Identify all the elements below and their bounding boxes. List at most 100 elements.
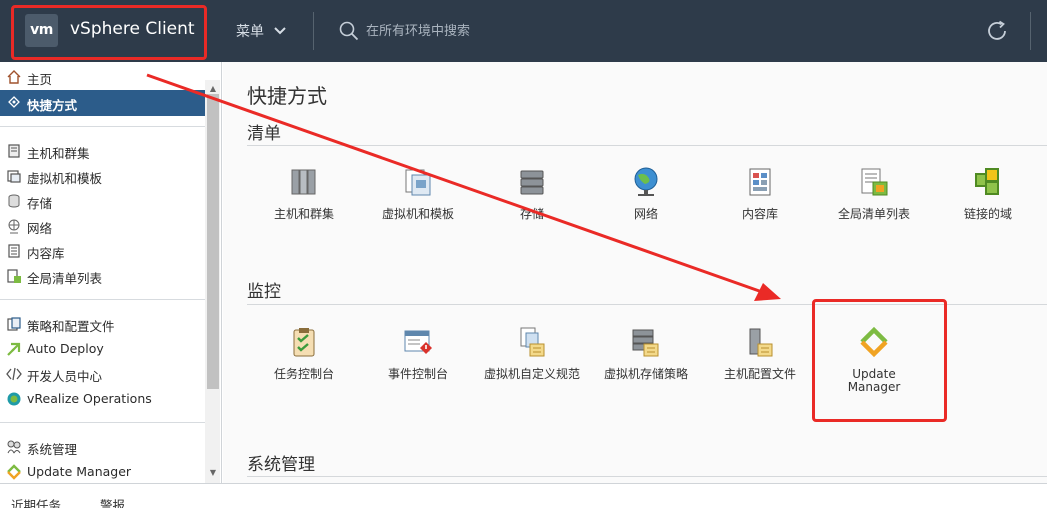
sidebar-item-home[interactable]: 主页 <box>0 65 205 89</box>
navigator-sidebar: 主页 快捷方式 主机和群集 虚拟机和模板 存储 网络 内容库 全局清单列表 策略… <box>0 62 222 483</box>
page-title: 快捷方式 <box>247 84 327 108</box>
vm-customization-icon <box>516 326 548 358</box>
shortcut-icon <box>6 94 22 110</box>
sidebar-item-networking[interactable]: 网络 <box>0 214 205 238</box>
sidebar-item-label: 开发人员中心 <box>27 369 103 384</box>
tile-task-console[interactable]: 任务控制台 <box>247 326 361 416</box>
sidebar-item-label: 内容库 <box>27 246 65 261</box>
sidebar-item-update-manager[interactable]: Update Manager <box>0 460 205 484</box>
sidebar-item-policies-profiles[interactable]: 策略和配置文件 <box>0 312 205 336</box>
tile-label: 虚拟机和模板 <box>381 207 454 221</box>
network-globe-icon <box>630 166 662 198</box>
tile-content-libraries[interactable]: 内容库 <box>703 166 817 256</box>
scroll-down-arrow[interactable]: ▼ <box>207 466 219 480</box>
tile-networking[interactable]: 网络 <box>589 166 703 256</box>
section-divider <box>247 145 1047 146</box>
sidebar-item-hosts-clusters[interactable]: 主机和群集 <box>0 139 205 163</box>
search-icon <box>339 21 359 45</box>
vm-storage-policy-icon <box>630 326 662 358</box>
sidebar-divider <box>0 422 205 423</box>
sidebar-item-label: 系统管理 <box>27 442 78 457</box>
event-console-icon <box>402 326 434 358</box>
vm-template-icon <box>402 166 434 198</box>
sidebar-item-label: Auto Deploy <box>27 341 104 356</box>
update-manager-icon <box>6 464 22 480</box>
tile-vms-templates[interactable]: 虚拟机和模板 <box>361 166 475 256</box>
tile-label: 事件控制台 <box>387 367 448 381</box>
sidebar-item-storage[interactable]: 存储 <box>0 189 205 213</box>
sidebar-item-label: Update Manager <box>27 464 132 479</box>
sidebar-divider <box>0 126 205 127</box>
content-library-icon <box>6 243 22 259</box>
storage-icon <box>516 166 548 198</box>
tile-label: 存储 <box>519 207 544 221</box>
sidebar-item-label: 虚拟机和模板 <box>27 171 103 186</box>
sidebar-item-content-library[interactable]: 内容库 <box>0 239 205 263</box>
tile-label: 网络 <box>633 207 658 221</box>
menu-label: 菜单 <box>236 24 264 40</box>
tile-vm-customization-specs[interactable]: 虚拟机自定义规范 <box>475 326 589 416</box>
tile-label: 内容库 <box>741 207 778 221</box>
tile-host-profiles[interactable]: 主机配置文件 <box>703 326 817 416</box>
task-console-icon <box>288 326 320 358</box>
tile-label: 任务控制台 <box>273 367 334 381</box>
sidebar-item-vms-templates[interactable]: 虚拟机和模板 <box>0 164 205 188</box>
header-divider <box>313 12 314 50</box>
tile-global-inventory-lists[interactable]: 全局清单列表 <box>817 166 931 256</box>
inventory-list-icon <box>6 268 22 284</box>
sidebar-item-label: 快捷方式 <box>27 98 78 113</box>
tab-recent-tasks[interactable]: 近期任务 <box>11 495 61 508</box>
sidebar-item-global-inventory-lists[interactable]: 全局清单列表 <box>0 264 205 288</box>
sidebar-item-vrealize-operations[interactable]: vRealize Operations <box>0 387 205 411</box>
bottom-tasks-bar: 近期任务 警报 <box>0 483 1047 508</box>
home-icon <box>6 69 22 85</box>
storage-icon <box>6 193 22 209</box>
tile-label: 链接的域 <box>963 207 1012 221</box>
sidebar-scrollbar-thumb[interactable] <box>207 94 219 389</box>
tile-label: 主机和群集 <box>273 207 334 221</box>
header-divider-right <box>1030 12 1031 50</box>
sidebar-item-developer-center[interactable]: 开发人员中心 <box>0 362 205 386</box>
section-title-monitoring: 监控 <box>247 282 281 302</box>
annotation-highlight-title <box>11 5 207 60</box>
refresh-icon[interactable] <box>985 19 1009 47</box>
sidebar-item-label: 主机和群集 <box>27 146 90 161</box>
menu-dropdown-button[interactable]: 菜单 <box>236 21 287 41</box>
sidebar-item-label: 主页 <box>27 72 53 87</box>
section-title-administration: 系统管理 <box>247 455 315 475</box>
tile-hosts-clusters[interactable]: 主机和群集 <box>247 166 361 256</box>
administration-icon <box>6 439 22 455</box>
host-cluster-icon <box>6 143 22 159</box>
policy-icon <box>6 316 22 332</box>
tile-label: 全局清单列表 <box>837 207 910 221</box>
sidebar-item-label: 策略和配置文件 <box>27 319 115 334</box>
tile-label: 虚拟机存储策略 <box>603 367 688 381</box>
sidebar-item-auto-deploy[interactable]: Auto Deploy <box>0 337 205 361</box>
tile-linked-domains[interactable]: 链接的域 <box>931 166 1045 256</box>
tile-vm-storage-policies[interactable]: 虚拟机存储策略 <box>589 326 703 416</box>
sidebar-item-shortcuts[interactable]: 快捷方式 <box>0 90 205 116</box>
vm-template-icon <box>6 168 22 184</box>
auto-deploy-icon <box>6 341 22 357</box>
inventory-list-icon <box>858 166 890 198</box>
annotation-highlight-update-manager <box>812 299 947 422</box>
vsphere-client-window: vm vSphere Client 菜单 主页 快捷方式 <box>0 0 1047 508</box>
sidebar-divider <box>0 299 205 300</box>
host-cluster-icon <box>288 166 320 198</box>
network-icon <box>6 218 22 234</box>
host-profile-icon <box>744 326 776 358</box>
global-search-input[interactable] <box>366 20 686 42</box>
sidebar-item-label: 存储 <box>27 196 53 211</box>
tab-alarms[interactable]: 警报 <box>100 495 125 508</box>
sidebar-item-administration[interactable]: 系统管理 <box>0 435 205 459</box>
section-title-inventory: 清单 <box>247 124 281 144</box>
sidebar-item-label: 全局清单列表 <box>27 271 103 286</box>
tile-event-console[interactable]: 事件控制台 <box>361 326 475 416</box>
section-divider <box>247 476 1047 477</box>
content-library-icon <box>744 166 776 198</box>
tile-storage[interactable]: 存储 <box>475 166 589 256</box>
chevron-down-icon <box>274 23 287 39</box>
tile-label: 虚拟机自定义规范 <box>483 367 580 381</box>
sidebar-item-label: 网络 <box>27 221 53 236</box>
tile-label: 主机配置文件 <box>723 367 796 381</box>
